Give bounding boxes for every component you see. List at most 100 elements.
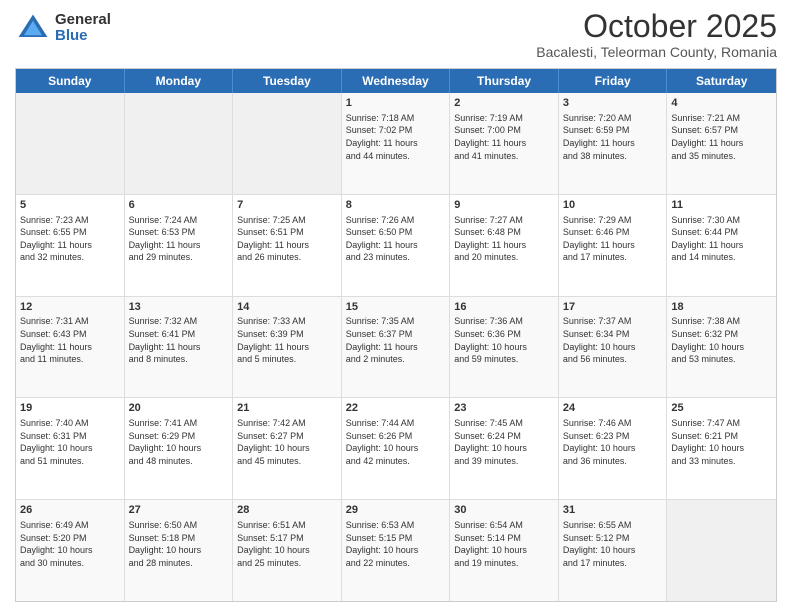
empty-cell-4-6	[667, 500, 776, 601]
day-cell-22: 22Sunrise: 7:44 AM Sunset: 6:26 PM Dayli…	[342, 398, 451, 499]
day-info: Sunrise: 7:27 AM Sunset: 6:48 PM Dayligh…	[454, 214, 554, 264]
day-cell-10: 10Sunrise: 7:29 AM Sunset: 6:46 PM Dayli…	[559, 195, 668, 296]
title-block: October 2025 Bacalesti, Teleorman County…	[536, 10, 777, 60]
day-cell-28: 28Sunrise: 6:51 AM Sunset: 5:17 PM Dayli…	[233, 500, 342, 601]
day-number: 10	[563, 198, 663, 213]
day-number: 24	[563, 401, 663, 416]
day-number: 11	[671, 198, 772, 213]
day-info: Sunrise: 7:32 AM Sunset: 6:41 PM Dayligh…	[129, 315, 229, 365]
day-number: 3	[563, 96, 663, 111]
logo-text: General Blue	[55, 12, 111, 45]
day-cell-19: 19Sunrise: 7:40 AM Sunset: 6:31 PM Dayli…	[16, 398, 125, 499]
empty-cell-0-0	[16, 93, 125, 194]
title-location: Bacalesti, Teleorman County, Romania	[536, 44, 777, 60]
day-cell-11: 11Sunrise: 7:30 AM Sunset: 6:44 PM Dayli…	[667, 195, 776, 296]
day-info: Sunrise: 7:44 AM Sunset: 6:26 PM Dayligh…	[346, 417, 446, 467]
day-cell-2: 2Sunrise: 7:19 AM Sunset: 7:00 PM Daylig…	[450, 93, 559, 194]
header-cell-wednesday: Wednesday	[342, 69, 451, 93]
day-number: 14	[237, 300, 337, 315]
day-number: 31	[563, 503, 663, 518]
day-number: 21	[237, 401, 337, 416]
day-cell-14: 14Sunrise: 7:33 AM Sunset: 6:39 PM Dayli…	[233, 297, 342, 398]
day-number: 25	[671, 401, 772, 416]
day-cell-6: 6Sunrise: 7:24 AM Sunset: 6:53 PM Daylig…	[125, 195, 234, 296]
day-number: 9	[454, 198, 554, 213]
day-number: 7	[237, 198, 337, 213]
day-number: 15	[346, 300, 446, 315]
day-info: Sunrise: 7:38 AM Sunset: 6:32 PM Dayligh…	[671, 315, 772, 365]
day-cell-1: 1Sunrise: 7:18 AM Sunset: 7:02 PM Daylig…	[342, 93, 451, 194]
day-number: 22	[346, 401, 446, 416]
day-number: 29	[346, 503, 446, 518]
day-cell-30: 30Sunrise: 6:54 AM Sunset: 5:14 PM Dayli…	[450, 500, 559, 601]
day-number: 4	[671, 96, 772, 111]
day-number: 16	[454, 300, 554, 315]
day-info: Sunrise: 7:29 AM Sunset: 6:46 PM Dayligh…	[563, 214, 663, 264]
calendar-body: 1Sunrise: 7:18 AM Sunset: 7:02 PM Daylig…	[16, 93, 776, 601]
day-info: Sunrise: 7:47 AM Sunset: 6:21 PM Dayligh…	[671, 417, 772, 467]
day-cell-21: 21Sunrise: 7:42 AM Sunset: 6:27 PM Dayli…	[233, 398, 342, 499]
day-info: Sunrise: 7:35 AM Sunset: 6:37 PM Dayligh…	[346, 315, 446, 365]
day-cell-23: 23Sunrise: 7:45 AM Sunset: 6:24 PM Dayli…	[450, 398, 559, 499]
day-number: 2	[454, 96, 554, 111]
logo: General Blue	[15, 10, 111, 46]
day-number: 23	[454, 401, 554, 416]
day-cell-8: 8Sunrise: 7:26 AM Sunset: 6:50 PM Daylig…	[342, 195, 451, 296]
day-info: Sunrise: 7:40 AM Sunset: 6:31 PM Dayligh…	[20, 417, 120, 467]
logo-general: General	[55, 12, 111, 29]
day-number: 20	[129, 401, 229, 416]
day-number: 13	[129, 300, 229, 315]
day-cell-29: 29Sunrise: 6:53 AM Sunset: 5:15 PM Dayli…	[342, 500, 451, 601]
day-cell-3: 3Sunrise: 7:20 AM Sunset: 6:59 PM Daylig…	[559, 93, 668, 194]
day-info: Sunrise: 7:23 AM Sunset: 6:55 PM Dayligh…	[20, 214, 120, 264]
header-cell-tuesday: Tuesday	[233, 69, 342, 93]
day-number: 18	[671, 300, 772, 315]
day-info: Sunrise: 7:33 AM Sunset: 6:39 PM Dayligh…	[237, 315, 337, 365]
day-cell-7: 7Sunrise: 7:25 AM Sunset: 6:51 PM Daylig…	[233, 195, 342, 296]
day-info: Sunrise: 6:51 AM Sunset: 5:17 PM Dayligh…	[237, 519, 337, 569]
day-cell-5: 5Sunrise: 7:23 AM Sunset: 6:55 PM Daylig…	[16, 195, 125, 296]
day-number: 27	[129, 503, 229, 518]
day-number: 1	[346, 96, 446, 111]
empty-cell-0-1	[125, 93, 234, 194]
day-info: Sunrise: 6:50 AM Sunset: 5:18 PM Dayligh…	[129, 519, 229, 569]
header: General Blue October 2025 Bacalesti, Tel…	[15, 10, 777, 60]
day-number: 12	[20, 300, 120, 315]
logo-blue: Blue	[55, 28, 111, 45]
day-info: Sunrise: 7:25 AM Sunset: 6:51 PM Dayligh…	[237, 214, 337, 264]
day-number: 6	[129, 198, 229, 213]
day-cell-26: 26Sunrise: 6:49 AM Sunset: 5:20 PM Dayli…	[16, 500, 125, 601]
calendar-row-3: 12Sunrise: 7:31 AM Sunset: 6:43 PM Dayli…	[16, 297, 776, 399]
day-info: Sunrise: 6:53 AM Sunset: 5:15 PM Dayligh…	[346, 519, 446, 569]
day-info: Sunrise: 7:19 AM Sunset: 7:00 PM Dayligh…	[454, 112, 554, 162]
day-info: Sunrise: 6:54 AM Sunset: 5:14 PM Dayligh…	[454, 519, 554, 569]
header-cell-friday: Friday	[559, 69, 668, 93]
calendar-row-4: 19Sunrise: 7:40 AM Sunset: 6:31 PM Dayli…	[16, 398, 776, 500]
day-number: 5	[20, 198, 120, 213]
day-cell-15: 15Sunrise: 7:35 AM Sunset: 6:37 PM Dayli…	[342, 297, 451, 398]
day-number: 28	[237, 503, 337, 518]
empty-cell-0-2	[233, 93, 342, 194]
day-info: Sunrise: 6:49 AM Sunset: 5:20 PM Dayligh…	[20, 519, 120, 569]
day-cell-13: 13Sunrise: 7:32 AM Sunset: 6:41 PM Dayli…	[125, 297, 234, 398]
header-cell-thursday: Thursday	[450, 69, 559, 93]
day-number: 17	[563, 300, 663, 315]
day-info: Sunrise: 7:37 AM Sunset: 6:34 PM Dayligh…	[563, 315, 663, 365]
calendar-row-2: 5Sunrise: 7:23 AM Sunset: 6:55 PM Daylig…	[16, 195, 776, 297]
day-info: Sunrise: 7:26 AM Sunset: 6:50 PM Dayligh…	[346, 214, 446, 264]
day-info: Sunrise: 7:36 AM Sunset: 6:36 PM Dayligh…	[454, 315, 554, 365]
day-info: Sunrise: 7:41 AM Sunset: 6:29 PM Dayligh…	[129, 417, 229, 467]
day-number: 26	[20, 503, 120, 518]
day-info: Sunrise: 7:42 AM Sunset: 6:27 PM Dayligh…	[237, 417, 337, 467]
day-info: Sunrise: 7:45 AM Sunset: 6:24 PM Dayligh…	[454, 417, 554, 467]
day-cell-12: 12Sunrise: 7:31 AM Sunset: 6:43 PM Dayli…	[16, 297, 125, 398]
day-cell-27: 27Sunrise: 6:50 AM Sunset: 5:18 PM Dayli…	[125, 500, 234, 601]
calendar: SundayMondayTuesdayWednesdayThursdayFrid…	[15, 68, 777, 602]
day-info: Sunrise: 7:46 AM Sunset: 6:23 PM Dayligh…	[563, 417, 663, 467]
page: General Blue October 2025 Bacalesti, Tel…	[0, 0, 792, 612]
day-info: Sunrise: 7:21 AM Sunset: 6:57 PM Dayligh…	[671, 112, 772, 162]
calendar-header-row: SundayMondayTuesdayWednesdayThursdayFrid…	[16, 69, 776, 93]
day-cell-18: 18Sunrise: 7:38 AM Sunset: 6:32 PM Dayli…	[667, 297, 776, 398]
day-number: 19	[20, 401, 120, 416]
day-info: Sunrise: 7:20 AM Sunset: 6:59 PM Dayligh…	[563, 112, 663, 162]
